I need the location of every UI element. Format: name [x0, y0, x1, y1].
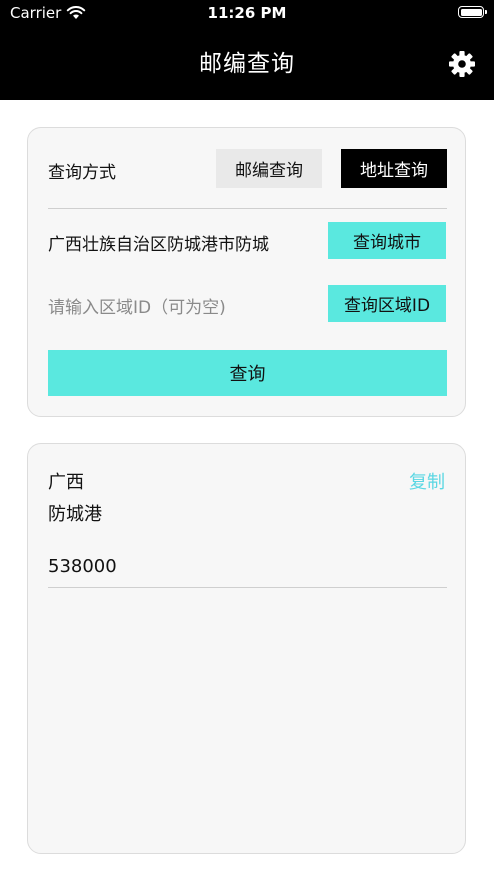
copy-button[interactable]: 复制: [409, 468, 445, 494]
region-id-input[interactable]: 请输入区域ID（可为空): [48, 293, 313, 318]
status-time: 11:26 PM: [207, 4, 287, 22]
mode-zip-button[interactable]: 邮编查询: [216, 149, 322, 188]
divider: [48, 587, 447, 588]
result-card: 广西 复制 防城港 538000: [27, 443, 466, 854]
gear-icon: [449, 51, 475, 77]
result-city: 防城港: [48, 504, 102, 525]
query-card: 查询方式 邮编查询 地址查询 广西壮族自治区防城港市防城 查询城市 请输入区域I…: [27, 127, 466, 417]
divider: [48, 208, 447, 209]
postal-code: 538000: [48, 556, 117, 577]
city-input[interactable]: 广西壮族自治区防城港市防城: [48, 230, 313, 255]
battery-icon: [458, 6, 487, 18]
result-province: 广西: [48, 472, 84, 493]
query-region-id-button[interactable]: 查询区域ID: [328, 285, 446, 322]
top-bar: Carrier 11:26 PM 邮编查询: [0, 0, 494, 100]
query-button[interactable]: 查询: [48, 350, 447, 396]
mode-address-button[interactable]: 地址查询: [341, 149, 447, 188]
query-city-button[interactable]: 查询城市: [328, 222, 446, 259]
page-title: 邮编查询: [199, 51, 295, 77]
query-mode-label: 查询方式: [48, 163, 116, 183]
settings-button[interactable]: [448, 50, 476, 78]
